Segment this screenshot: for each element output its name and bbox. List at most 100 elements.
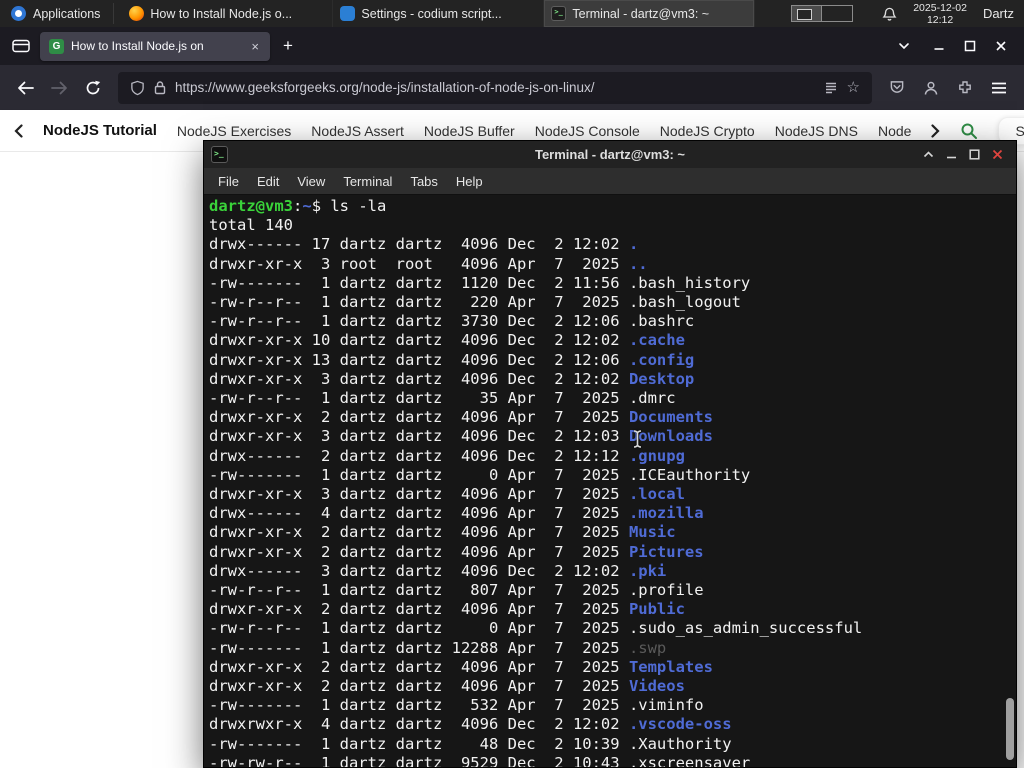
nav-link[interactable]: Node: [878, 123, 911, 139]
applications-label: Applications: [33, 6, 101, 21]
terminal-menu-view[interactable]: View: [288, 171, 334, 192]
applications-icon: [11, 6, 26, 21]
terminal-menu-edit[interactable]: Edit: [248, 171, 288, 192]
browser-tab[interactable]: G How to Install Node.js on ×: [40, 31, 270, 61]
terminal-window: Terminal - dartz@vm3: ~ FileEditViewTerm…: [203, 140, 1017, 768]
terminal-scrollbar-thumb[interactable]: [1006, 698, 1014, 760]
task-button-terminal[interactable]: Terminal - dartz@vm3: ~: [544, 0, 756, 27]
reload-icon[interactable]: [78, 73, 108, 103]
terminal-line: drwxr-xr-x 10 dartz dartz 4096 Dec 2 12:…: [209, 331, 685, 350]
terminal-line: -rw------- 1 dartz dartz 12288 Apr 7 202…: [209, 638, 667, 657]
nav-link[interactable]: NodeJS Exercises: [177, 123, 291, 139]
terminal-line: drwx------ 3 dartz dartz 4096 Dec 2 12:0…: [209, 561, 667, 580]
terminal-line: total 140: [209, 216, 293, 235]
applications-menu[interactable]: Applications: [0, 0, 111, 27]
panel-clock[interactable]: 2025-12-02 12:12: [905, 0, 975, 27]
notification-bell-icon[interactable]: [874, 0, 905, 27]
panel-spacer: [853, 0, 874, 27]
terminal-line: drwxrwxr-x 4 dartz dartz 4096 Dec 2 12:0…: [209, 715, 732, 734]
nav-back-chevron-icon[interactable]: [14, 123, 23, 138]
account-icon[interactable]: [916, 73, 946, 103]
terminal-menu-tabs[interactable]: Tabs: [401, 171, 446, 192]
workspace-switcher[interactable]: [791, 0, 854, 27]
terminal-line: drwxr-xr-x 3 dartz dartz 4096 Dec 2 12:0…: [209, 369, 695, 388]
reader-mode-icon[interactable]: [824, 81, 838, 95]
top-panel: Applications How to Install Node.js o...…: [0, 0, 1024, 27]
nav-link[interactable]: NodeJS DNS: [775, 123, 858, 139]
list-all-tabs-chevron-icon[interactable]: [891, 33, 917, 59]
workspace-2[interactable]: [822, 5, 854, 22]
terminal-menu-help[interactable]: Help: [447, 171, 492, 192]
terminal-icon: [551, 6, 567, 21]
clock-time: 12:12: [926, 13, 954, 26]
terminal-maximize-button[interactable]: [963, 144, 986, 165]
terminal-line: -rw------- 1 dartz dartz 48 Dec 2 10:39 …: [209, 734, 732, 753]
terminal-minimize-button[interactable]: [940, 144, 963, 165]
maximize-button[interactable]: [954, 33, 985, 59]
url-bar[interactable]: https://www.geeksforgeeks.org/node-js/in…: [118, 71, 872, 104]
minimize-button[interactable]: [923, 33, 954, 59]
terminal-menu-file[interactable]: File: [209, 171, 248, 192]
terminal-window-controls: [917, 144, 1009, 165]
text-cursor-pointer: [631, 429, 644, 449]
terminal-line: -rw-r--r-- 1 dartz dartz 0 Apr 7 2025 .s…: [209, 619, 863, 638]
terminal-scrollbar[interactable]: [1005, 197, 1016, 765]
terminal-line: drwxr-xr-x 13 dartz dartz 4096 Dec 2 12:…: [209, 350, 695, 369]
close-button[interactable]: [985, 33, 1016, 59]
shade-button[interactable]: [917, 144, 940, 165]
terminal-line: -rw------- 1 dartz dartz 0 Apr 7 2025 .I…: [209, 465, 751, 484]
terminal-line: -rw-r--r-- 1 dartz dartz 807 Apr 7 2025 …: [209, 581, 704, 600]
nav-link[interactable]: NodeJS Assert: [311, 123, 404, 139]
window-task-list: How to Install Node.js o... Settings - co…: [122, 0, 756, 27]
terminal-titlebar: Terminal - dartz@vm3: ~: [204, 141, 1016, 168]
bookmark-star-icon[interactable]: ☆: [847, 80, 860, 95]
nav-link[interactable]: NodeJS Console: [535, 123, 640, 139]
terminal-menu-terminal[interactable]: Terminal: [334, 171, 401, 192]
lock-icon[interactable]: [154, 80, 166, 95]
browser-tab-bar: G How to Install Node.js on × +: [0, 27, 1024, 65]
codium-icon: [340, 6, 356, 21]
terminal-output: dartz@vm3:~$ ls -la total 140 drwx------ 1…: [209, 197, 1002, 767]
nav-link[interactable]: NodeJS Crypto: [660, 123, 755, 139]
terminal-line: drwxr-xr-x 3 dartz dartz 4096 Apr 7 2025…: [209, 485, 685, 504]
nav-link[interactable]: NodeJS Buffer: [424, 123, 515, 139]
terminal-line: drwxr-xr-x 2 dartz dartz 4096 Apr 7 2025…: [209, 408, 713, 427]
terminal-line: -rw------- 1 dartz dartz 532 Apr 7 2025 …: [209, 696, 704, 715]
site-favicon-icon: G: [49, 38, 64, 54]
search-icon[interactable]: [960, 122, 978, 140]
terminal-line: -rw-rw-r-- 1 dartz dartz 9529 Dec 2 10:4…: [209, 753, 751, 767]
menu-hamburger-icon[interactable]: [984, 73, 1014, 103]
firefox-view-icon[interactable]: [8, 33, 34, 59]
terminal-line: drwxr-xr-x 2 dartz dartz 4096 Apr 7 2025…: [209, 542, 704, 561]
terminal-line: drwxr-xr-x 2 dartz dartz 4096 Apr 7 2025…: [209, 677, 685, 696]
pocket-icon[interactable]: [882, 73, 912, 103]
forward-icon[interactable]: [44, 73, 74, 103]
task-label: Settings - codium script...: [361, 6, 502, 21]
terminal-line: drwx------ 4 dartz dartz 4096 Apr 7 2025…: [209, 504, 704, 523]
desktop: Applications How to Install Node.js o...…: [0, 0, 1024, 768]
nav-forward-chevron-icon[interactable]: [931, 123, 940, 138]
browser-toolbar: https://www.geeksforgeeks.org/node-js/in…: [0, 65, 1024, 110]
back-icon[interactable]: [10, 73, 40, 103]
terminal-body[interactable]: dartz@vm3:~$ ls -la total 140 drwx------ 1…: [204, 195, 1016, 767]
terminal-line: dartz@vm3:~$ ls -la: [209, 197, 387, 215]
extensions-icon[interactable]: [950, 73, 980, 103]
terminal-line: drwxr-xr-x 2 dartz dartz 4096 Apr 7 2025…: [209, 600, 685, 619]
firefox-icon: [129, 6, 145, 21]
shield-icon[interactable]: [130, 80, 145, 96]
clock-date: 2025-12-02: [913, 1, 967, 14]
browser-window-controls: [923, 33, 1016, 59]
new-tab-button[interactable]: +: [276, 36, 300, 56]
user-label: Dartz: [982, 6, 1014, 21]
terminal-line: drwx------ 17 dartz dartz 4096 Dec 2 12:…: [209, 235, 639, 254]
tab-close-icon[interactable]: ×: [249, 39, 261, 54]
terminal-line: -rw-r--r-- 1 dartz dartz 3730 Dec 2 12:0…: [209, 312, 695, 331]
task-button-codium[interactable]: Settings - codium script...: [333, 0, 545, 27]
workspace-1[interactable]: [791, 5, 823, 22]
terminal-line: -rw-r--r-- 1 dartz dartz 35 Apr 7 2025 .…: [209, 389, 676, 408]
task-label: How to Install Node.js o...: [150, 6, 293, 21]
task-button-firefox[interactable]: How to Install Node.js o...: [122, 0, 334, 27]
terminal-menubar: File Edit View Terminal Tabs Help: [204, 168, 1016, 195]
site-nav-title[interactable]: NodeJS Tutorial: [43, 122, 157, 139]
terminal-close-button[interactable]: [986, 144, 1009, 165]
